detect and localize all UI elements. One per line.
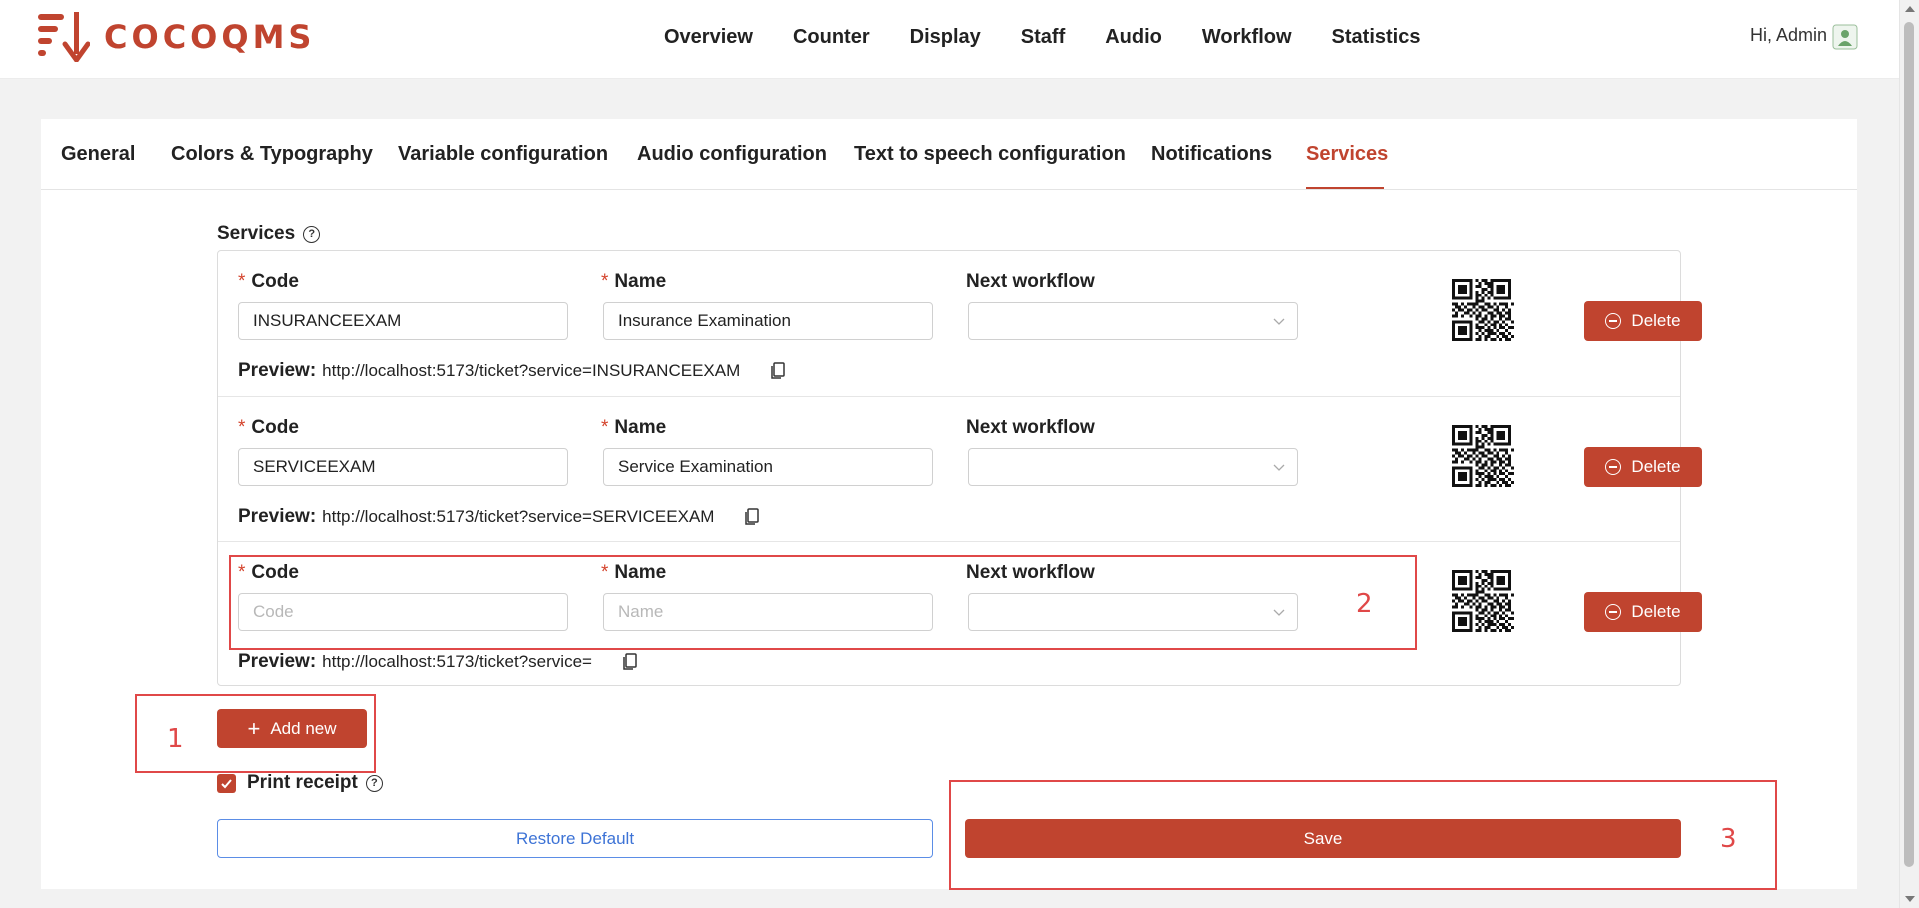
tab-colors-typography[interactable]: Colors & Typography	[171, 143, 373, 166]
qr-code-icon	[1452, 279, 1514, 341]
annotation-box-2	[229, 555, 1417, 650]
nav-display[interactable]: Display	[910, 26, 981, 49]
code-input[interactable]: SERVICEEXAM	[238, 448, 568, 486]
annotation-number-3: 3	[1720, 824, 1737, 854]
nav-counter[interactable]: Counter	[793, 26, 870, 49]
logo-icon	[38, 12, 90, 62]
qr-code-icon	[1452, 425, 1514, 487]
scroll-up-icon[interactable]	[1905, 6, 1915, 12]
preview-url: http://localhost:5173/ticket?service=INS…	[322, 361, 741, 380]
preview-line: Preview: http://localhost:5173/ticket?se…	[238, 360, 786, 382]
name-label: * Name	[601, 417, 667, 438]
copy-icon[interactable]	[770, 362, 786, 380]
preview-label: Preview:	[238, 651, 317, 672]
help-icon[interactable]: ?	[303, 225, 321, 243]
active-tab-indicator	[1306, 187, 1384, 189]
preview-label: Preview:	[238, 360, 317, 381]
preview-label: Preview:	[238, 506, 317, 527]
service-row: * Code * Name Next workflow INSURANCEEXAM …	[218, 251, 1702, 396]
logo[interactable]: COCOQMS	[38, 12, 315, 62]
minus-circle-icon	[1605, 604, 1622, 620]
tab-general[interactable]: General	[61, 143, 135, 166]
delete-button[interactable]: Delete	[1584, 447, 1702, 487]
nav-audio[interactable]: Audio	[1105, 26, 1162, 49]
tab-audio-configuration[interactable]: Audio configuration	[637, 143, 827, 166]
preview-url: http://localhost:5173/ticket?service=SER…	[322, 507, 715, 526]
delete-button[interactable]: Delete	[1584, 301, 1702, 341]
minus-circle-icon	[1605, 459, 1622, 475]
delete-label: Delete	[1631, 457, 1681, 476]
page-scrollbar[interactable]	[1899, 0, 1919, 908]
scroll-down-icon[interactable]	[1905, 896, 1915, 902]
name-input[interactable]: Insurance Examination	[603, 302, 933, 340]
avatar-icon[interactable]	[1832, 24, 1858, 50]
help-icon[interactable]: ?	[365, 774, 383, 792]
copy-icon[interactable]	[744, 508, 760, 526]
delete-button[interactable]: Delete	[1584, 592, 1702, 632]
tab-variable-configuration[interactable]: Variable configuration	[398, 143, 608, 166]
service-row: * Code * Name Next workflow SERVICEEXAM Se…	[218, 396, 1702, 542]
print-receipt-label: Print receipt ?	[247, 772, 383, 794]
delete-label: Delete	[1631, 311, 1681, 330]
print-receipt-checkbox[interactable]	[217, 774, 236, 793]
next-workflow-select[interactable]	[968, 448, 1298, 486]
code-label: * Code	[238, 417, 299, 438]
top-bar: COCOQMS Overview Counter Display Staff A…	[0, 0, 1900, 79]
name-label: * Name	[601, 271, 667, 292]
chevron-down-icon	[1273, 464, 1285, 471]
next-workflow-label: Next workflow	[966, 271, 1095, 292]
tab-notifications[interactable]: Notifications	[1151, 143, 1272, 166]
tab-services[interactable]: Services	[1306, 143, 1388, 166]
annotation-number-2: 2	[1356, 589, 1373, 619]
nav-workflow[interactable]: Workflow	[1202, 26, 1292, 49]
main-nav: Overview Counter Display Staff Audio Wor…	[664, 26, 1420, 49]
code-label: * Code	[238, 271, 299, 292]
preview-line: Preview: http://localhost:5173/ticket?se…	[238, 506, 760, 528]
delete-label: Delete	[1631, 602, 1681, 621]
services-title-text: Services	[217, 223, 296, 244]
checkmark-icon	[221, 779, 232, 789]
nav-staff[interactable]: Staff	[1021, 26, 1065, 49]
nav-overview[interactable]: Overview	[664, 26, 753, 49]
chevron-down-icon	[1273, 318, 1285, 325]
user-greeting: Hi, Admin	[1749, 25, 1827, 45]
services-title: Services ?	[217, 223, 321, 245]
next-workflow-label: Next workflow	[966, 417, 1095, 438]
logo-text: COCOQMS	[104, 18, 316, 56]
restore-default-button[interactable]: Restore Default	[217, 819, 933, 858]
print-receipt-text: Print receipt	[247, 772, 358, 793]
annotation-number-1: 1	[167, 724, 184, 754]
name-input[interactable]: Service Examination	[603, 448, 933, 486]
tab-text-to-speech-configuration[interactable]: Text to speech configuration	[854, 143, 1126, 166]
settings-tabs: General Colors & Typography Variable con…	[41, 119, 1857, 190]
preview-url: http://localhost:5173/ticket?service=	[322, 652, 592, 671]
minus-circle-icon	[1605, 313, 1622, 329]
next-workflow-select[interactable]	[968, 302, 1298, 340]
code-input[interactable]: INSURANCEEXAM	[238, 302, 568, 340]
qr-code-icon	[1452, 570, 1514, 632]
settings-card: General Colors & Typography Variable con…	[41, 119, 1857, 889]
nav-statistics[interactable]: Statistics	[1332, 26, 1421, 49]
preview-line: Preview: http://localhost:5173/ticket?se…	[238, 651, 638, 673]
annotation-box-3	[949, 780, 1777, 890]
copy-icon[interactable]	[622, 653, 638, 671]
scroll-thumb[interactable]	[1904, 22, 1914, 867]
